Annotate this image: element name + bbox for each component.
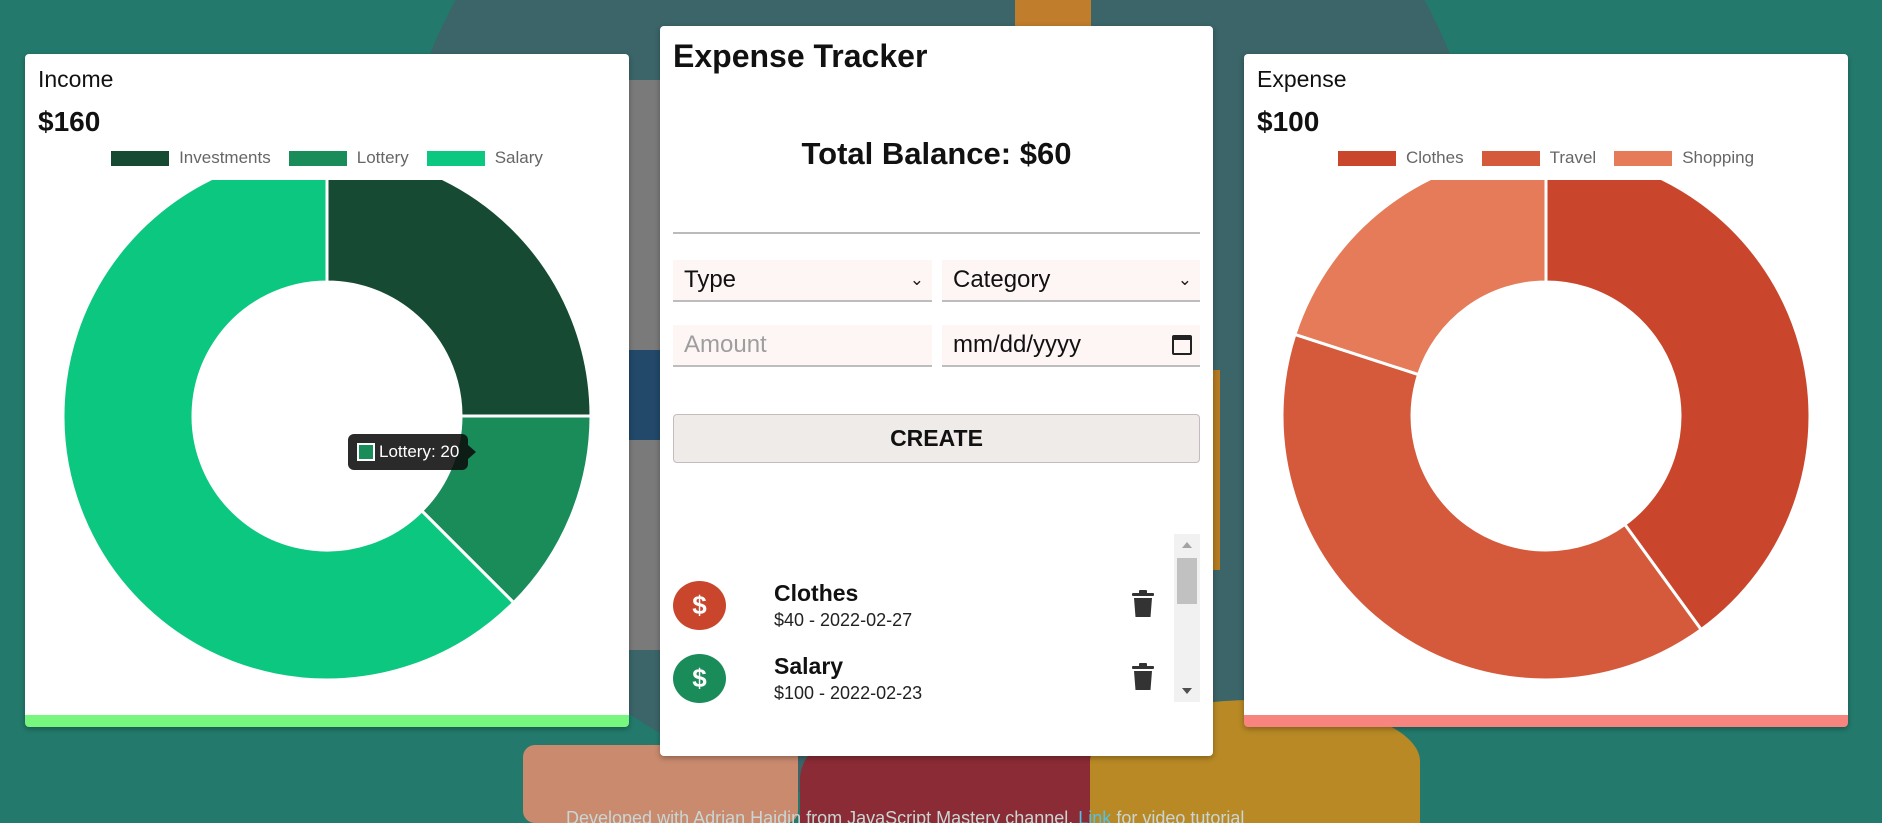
category-select[interactable]: Category ⌄: [942, 260, 1200, 302]
legend-swatch-lottery: [288, 150, 347, 166]
legend-item-shopping[interactable]: Shopping: [1614, 148, 1754, 168]
expense-amount: $100: [1257, 106, 1320, 137]
date-input[interactable]: mm/dd/yyyy: [942, 325, 1200, 367]
type-select-value: Type: [684, 266, 737, 293]
divider: [673, 232, 1200, 234]
income-legend: Investments Lottery Salary: [25, 148, 629, 168]
income-title: Income: [38, 66, 114, 92]
trash-icon[interactable]: [1131, 663, 1155, 691]
dollar-icon: $: [673, 654, 726, 703]
legend-label-clothes: Clothes: [1405, 148, 1464, 167]
legend-swatch-shopping: [1614, 150, 1673, 166]
scroll-down-icon[interactable]: [1182, 688, 1192, 694]
legend-item-salary[interactable]: Salary: [426, 148, 543, 168]
amount-input[interactable]: Amount: [673, 325, 932, 367]
tooltip-swatch: [357, 443, 375, 461]
income-amount: $160: [38, 106, 101, 137]
trash-icon[interactable]: [1131, 590, 1155, 618]
income-donut-chart[interactable]: [25, 180, 629, 720]
legend-swatch-clothes: [1337, 150, 1396, 166]
slice-shopping[interactable]: [1293, 180, 1548, 377]
legend-item-travel[interactable]: Travel: [1481, 148, 1597, 168]
category-select-value: Category: [953, 266, 1051, 293]
footer: Developed with Adrian Hajdin from JavaSc…: [566, 808, 1244, 823]
legend-swatch-salary: [426, 150, 485, 166]
type-select[interactable]: Type ⌄: [673, 260, 932, 302]
app-title: Expense Tracker: [673, 38, 928, 74]
legend-item-clothes[interactable]: Clothes: [1337, 148, 1464, 168]
legend-label-travel: Travel: [1549, 148, 1597, 167]
legend-label-shopping: Shopping: [1682, 148, 1755, 167]
footer-suffix: for video tutorial: [1116, 808, 1245, 823]
tracker-card: Expense Tracker Total Balance: $60 Type …: [660, 26, 1213, 756]
amount-placeholder: Amount: [684, 331, 767, 358]
legend-label-salary: Salary: [494, 148, 543, 167]
expense-legend: Clothes Travel Shopping: [1244, 148, 1848, 168]
expense-donut-chart[interactable]: [1244, 180, 1848, 720]
background-blue-block: [625, 350, 665, 440]
chart-tooltip: Lottery: 20: [348, 434, 477, 470]
expense-card: Expense $100 Clothes Travel Shopping: [1244, 54, 1848, 727]
legend-item-investments[interactable]: Investments: [111, 148, 271, 168]
tooltip-label: Lottery: 20: [379, 442, 460, 461]
date-placeholder: mm/dd/yyyy: [953, 331, 1082, 358]
list-item: $ Salary $100 - 2022-02-23: [673, 649, 1173, 709]
scroll-up-icon[interactable]: [1182, 542, 1192, 548]
list-item: $ Clothes $40 - 2022-02-27: [673, 576, 1173, 636]
footer-link[interactable]: Link: [1078, 808, 1111, 823]
scroll-thumb[interactable]: [1177, 558, 1197, 604]
chevron-down-icon: ⌄: [909, 270, 924, 289]
total-balance: Total Balance: $60: [801, 136, 1072, 171]
transaction-name: Salary: [774, 653, 844, 679]
create-button[interactable]: CREATE: [673, 414, 1200, 463]
income-card: Income $160 Investments Lottery Salary: [25, 54, 629, 727]
transaction-detail: $100 - 2022-02-23: [774, 683, 923, 703]
legend-swatch-investments: [111, 150, 170, 166]
expense-title: Expense: [1257, 66, 1347, 92]
scrollbar[interactable]: [1174, 534, 1200, 702]
legend-item-lottery[interactable]: Lottery: [288, 148, 409, 168]
legend-swatch-travel: [1481, 150, 1540, 166]
calendar-icon[interactable]: [1172, 335, 1192, 355]
legend-label-investments: Investments: [179, 148, 271, 167]
slice-travel[interactable]: [1280, 332, 1704, 682]
chevron-down-icon: ⌄: [1177, 270, 1192, 289]
dollar-icon: $: [673, 581, 726, 630]
slice-investments[interactable]: [325, 180, 593, 418]
transaction-detail: $40 - 2022-02-27: [774, 610, 913, 630]
legend-label-lottery: Lottery: [356, 148, 409, 167]
transaction-name: Clothes: [774, 580, 859, 606]
footer-text: Developed with Adrian Hajdin from JavaSc…: [566, 808, 1074, 823]
